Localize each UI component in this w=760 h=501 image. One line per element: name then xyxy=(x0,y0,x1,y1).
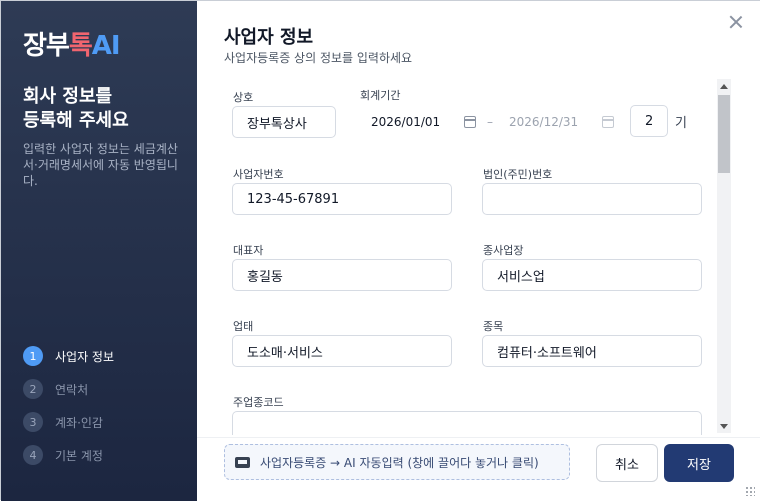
representative-input[interactable]: 홍길동 xyxy=(232,259,452,291)
sidebar-title: 회사 정보를 등록해 주세요 xyxy=(23,85,183,133)
scroll-down-arrow-icon[interactable] xyxy=(717,419,731,433)
page-title: 사업자 정보 xyxy=(224,27,314,48)
representative-label: 대표자 xyxy=(233,244,264,257)
step-label: 기본 계정 xyxy=(55,448,103,463)
business-number-label: 사업자번호 xyxy=(233,168,284,181)
step-number: 2 xyxy=(23,379,43,399)
save-button[interactable]: 저장 xyxy=(664,444,734,482)
workplace-label: 종사업장 xyxy=(483,244,524,257)
step-number: 3 xyxy=(23,412,43,432)
business-number-input[interactable]: 123-45-67891 xyxy=(232,183,452,215)
scroll-up-arrow-icon[interactable] xyxy=(717,79,731,93)
fiscal-end-date[interactable]: 2026/12/31 xyxy=(509,106,578,138)
id-card-icon xyxy=(235,456,250,468)
app-logo: 장부톡AI xyxy=(23,31,121,61)
cancel-button[interactable]: 취소 xyxy=(596,444,658,482)
page-subtitle: 사업자등록증 상의 정보를 입력하세요 xyxy=(224,51,413,65)
main-industry-code-label: 주업종코드 xyxy=(233,396,284,409)
company-name-label: 상호 xyxy=(233,91,254,104)
step-label: 사업자 정보 xyxy=(55,349,115,364)
resize-grip-icon[interactable] xyxy=(745,486,755,496)
main-industry-code-input[interactable] xyxy=(232,411,702,435)
sidebar: 장부톡AI 회사 정보를 등록해 주세요 입력한 사업자 정보는 세금계산서·거… xyxy=(1,1,197,501)
calendar-icon[interactable] xyxy=(464,116,476,128)
fiscal-start-date[interactable]: 2026/01/01 xyxy=(371,106,440,138)
step-account-seal[interactable]: 3 계좌·인감 xyxy=(23,411,114,433)
fiscal-term-unit: 기 xyxy=(675,115,687,131)
step-business-info[interactable]: 1 사업자 정보 xyxy=(23,345,114,367)
step-label: 계좌·인감 xyxy=(55,415,103,430)
main-panel: 사업자 정보 사업자등록증 상의 정보를 입력하세요 상호 장부톡상사 회계기간… xyxy=(197,1,760,501)
corp-number-label: 법인(주민)번호 xyxy=(483,168,553,181)
corp-number-input[interactable] xyxy=(482,183,702,215)
registration-window: 장부톡AI 회사 정보를 등록해 주세요 입력한 사업자 정보는 세금계산서·거… xyxy=(0,0,760,501)
calendar-icon[interactable] xyxy=(602,116,614,128)
sidebar-title-line2: 등록해 주세요 xyxy=(23,110,129,131)
step-list: 1 사업자 정보 2 연락처 3 계좌·인감 4 기본 계정 xyxy=(23,345,114,477)
ai-autofill-dropzone[interactable]: 사업자등록증 → AI 자동입력 (창에 끌어다 놓거나 클릭) xyxy=(224,444,570,480)
business-type-input[interactable]: 도소매·서비스 xyxy=(232,335,452,367)
company-name-input[interactable]: 장부톡상사 xyxy=(232,106,336,138)
footer-divider xyxy=(197,437,760,438)
step-contact[interactable]: 2 연락처 xyxy=(23,378,114,400)
step-number: 1 xyxy=(23,346,43,366)
business-type-label: 업태 xyxy=(233,320,254,333)
vertical-scrollbar[interactable] xyxy=(717,79,731,433)
sidebar-title-line1: 회사 정보를 xyxy=(23,86,113,107)
step-label: 연락처 xyxy=(55,382,89,397)
fiscal-separator: – xyxy=(487,115,493,129)
business-item-input[interactable]: 컴퓨터·소프트웨어 xyxy=(482,335,702,367)
step-number: 4 xyxy=(23,445,43,465)
fiscal-period-label: 회계기간 xyxy=(360,89,401,102)
workplace-input[interactable]: 서비스업 xyxy=(482,259,702,291)
business-item-label: 종목 xyxy=(483,320,504,333)
scrollbar-thumb[interactable] xyxy=(718,95,730,173)
step-default-accounts[interactable]: 4 기본 계정 xyxy=(23,444,114,466)
close-icon[interactable] xyxy=(729,15,743,29)
ai-autofill-text: 사업자등록증 → AI 자동입력 (창에 끌어다 놓거나 클릭) xyxy=(260,455,539,470)
fiscal-term-input[interactable]: 2 xyxy=(630,105,668,137)
sidebar-description: 입력한 사업자 정보는 세금계산서·거래명세서에 자동 반영됩니다. xyxy=(23,142,178,188)
